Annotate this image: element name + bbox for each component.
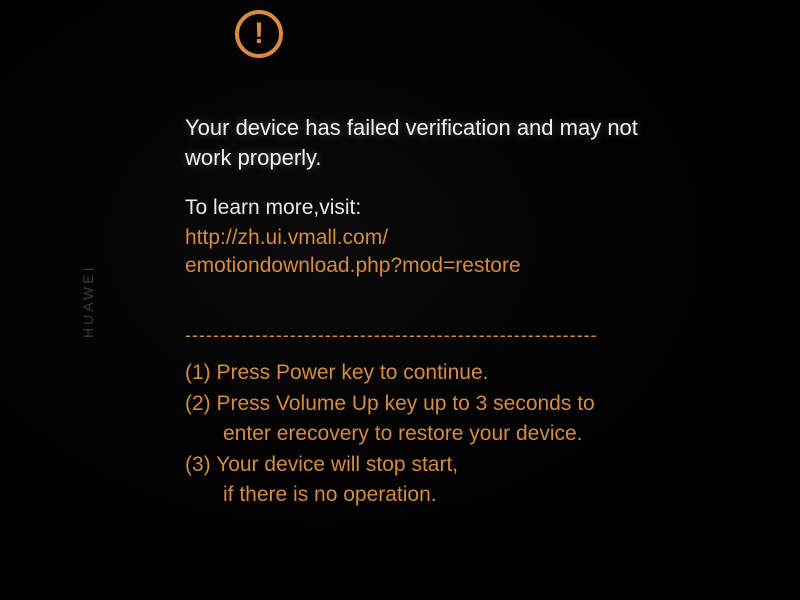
divider-line: ----------------------------------------…	[185, 325, 690, 346]
device-brand-label: HUAWEI	[80, 265, 96, 338]
url-line-1: http://zh.ui.vmall.com/	[185, 226, 388, 249]
exclamation-glyph: !	[254, 19, 264, 49]
instruction-2: (2) Press Volume Up key up to 3 seconds …	[185, 389, 685, 419]
verification-failed-message: Your device has failed verification and …	[185, 113, 685, 172]
restore-url: http://zh.ui.vmall.com/ emotiondownload.…	[185, 224, 685, 281]
boot-warning-screen: ! Your device has failed verification an…	[185, 10, 685, 511]
instruction-3-cont: if there is no operation.	[185, 480, 685, 510]
warning-icon: !	[235, 10, 283, 58]
instruction-2-cont: enter erecovery to restore your device.	[185, 419, 685, 449]
instructions-list: (1) Press Power key to continue. (2) Pre…	[185, 358, 685, 510]
learn-more-label: To learn more,visit:	[185, 194, 685, 221]
instruction-3: (3) Your device will stop start,	[185, 450, 685, 480]
instruction-1: (1) Press Power key to continue.	[185, 358, 685, 388]
url-line-2: emotiondownload.php?mod=restore	[185, 254, 521, 277]
